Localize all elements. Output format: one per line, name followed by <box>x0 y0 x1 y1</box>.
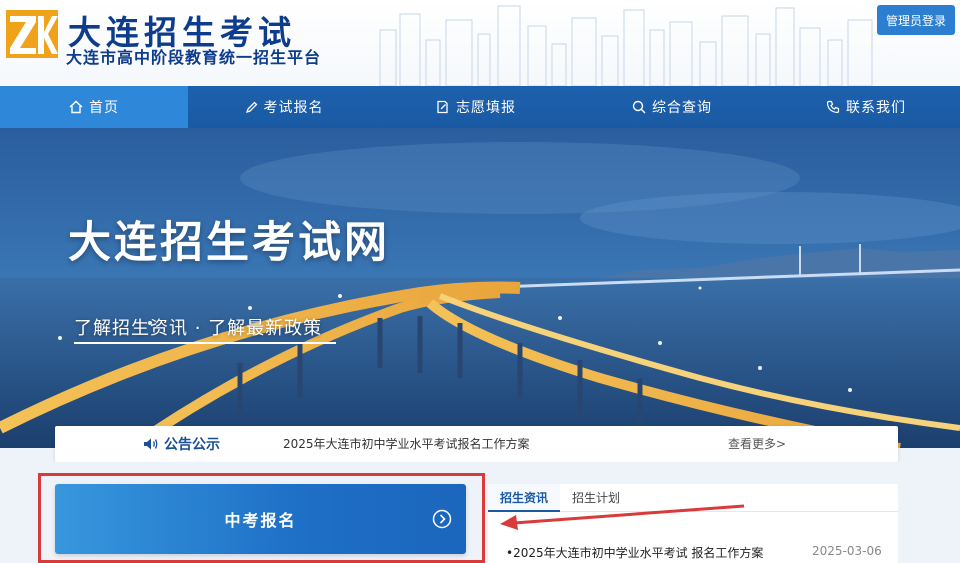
edit-document-icon <box>437 100 448 114</box>
exam-registration-button[interactable]: 中考报名 <box>55 484 466 554</box>
pencil-icon <box>245 101 257 113</box>
exam-registration-label: 中考报名 <box>224 511 297 530</box>
nav-item-contact-us[interactable]: 联系我们 <box>772 86 960 128</box>
hero-banner: 大连招生考试网 了解招生资讯 · 了解最新政策 <box>0 128 960 448</box>
nav-item-home[interactable]: 首页 <box>0 86 188 128</box>
main-nav: 首页 考试报名 志愿填报 综合查询 联系我们 <box>0 86 960 128</box>
nav-item-exam-registration[interactable]: 考试报名 <box>188 86 380 128</box>
red-arrow-annotation <box>500 504 745 530</box>
banner-underline <box>74 342 336 344</box>
site-header: 大连招生考试 大连市高中阶段教育统一招生平台 管理员登录 <box>0 0 960 86</box>
speaker-icon <box>144 438 158 450</box>
news-item-date: 2025-03-06 <box>812 544 882 558</box>
phone-icon <box>826 100 840 114</box>
nav-item-label: 综合查询 <box>652 100 712 116</box>
zk-logo-icon <box>6 10 58 58</box>
search-icon <box>632 100 646 114</box>
nav-item-volunteer-application[interactable]: 志愿填报 <box>380 86 572 128</box>
banner-subtitle: 了解招生资讯 · 了解最新政策 <box>74 318 323 339</box>
notice-bar: 公告公示 2025年大连市初中学业水平考试报名工作方案 查看更多> <box>55 426 898 462</box>
bridge-night-scene-image <box>0 128 960 448</box>
see-more-link[interactable]: 查看更多> <box>728 426 786 462</box>
notice-label: 公告公示 <box>143 426 220 462</box>
banner-title: 大连招生考试网 <box>68 218 390 268</box>
notice-link[interactable]: 2025年大连市初中学业水平考试报名工作方案 <box>283 426 530 462</box>
chevron-right-circle-icon <box>432 509 452 529</box>
nav-item-label: 首页 <box>89 100 119 116</box>
nav-item-comprehensive-query[interactable]: 综合查询 <box>572 86 772 128</box>
news-item-title[interactable]: •2025年大连市初中学业水平考试 报名工作方案 <box>506 544 763 561</box>
nav-item-label: 考试报名 <box>263 100 324 116</box>
admin-login-button[interactable]: 管理员登录 <box>877 5 955 35</box>
home-icon <box>69 100 83 114</box>
site-subtitle: 大连市高中阶段教育统一招生平台 <box>66 48 322 67</box>
nav-item-label: 志愿填报 <box>456 100 516 116</box>
nav-item-label: 联系我们 <box>846 100 906 116</box>
notice-label-text: 公告公示 <box>164 437 220 453</box>
